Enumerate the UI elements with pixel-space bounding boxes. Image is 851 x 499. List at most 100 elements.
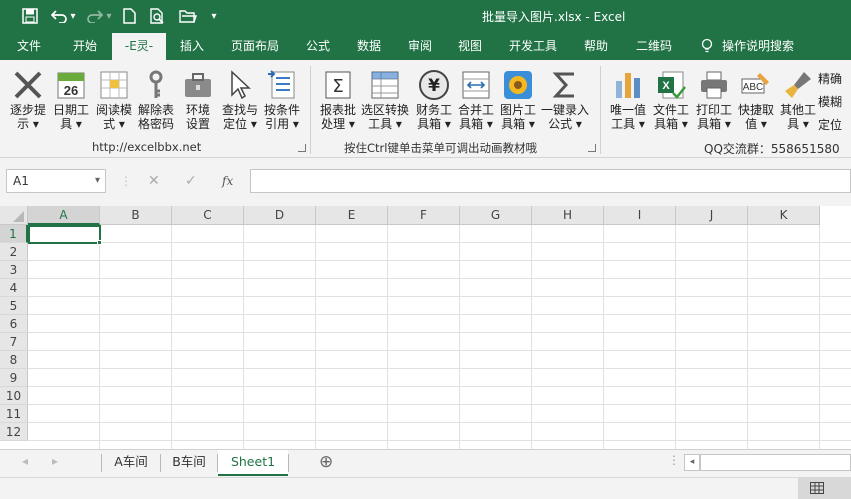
other-tools-button[interactable]: 其他工 具 ▾ [776,66,820,138]
unique-value-button[interactable]: 唯一值 工具 ▾ [606,66,650,138]
group-separator [600,66,601,154]
select-all-corner[interactable] [0,206,28,225]
redo-icon[interactable] [86,6,104,26]
tab-page-layout[interactable]: 页面布局 [224,33,286,60]
name-box-dropdown-icon[interactable]: ▾ [95,170,100,192]
hscroll-left-icon[interactable]: ◂ [684,454,700,471]
sum-report-icon: Σ [325,71,351,99]
tab-formulas[interactable]: 公式 [296,33,340,60]
add-sheet-icon[interactable]: ⊕ [319,452,333,472]
tab-developer[interactable]: 开发工具 [500,33,566,60]
step-tip-button[interactable]: 逐步提 示 ▾ [6,66,50,138]
row-header-2[interactable]: 2 [0,243,28,261]
group2-launcher-icon[interactable] [588,144,596,152]
column-header-c[interactable]: C [172,206,244,225]
open-folder-icon[interactable] [177,6,199,26]
tab-home[interactable]: 开始 [60,33,110,60]
sheet-nav-prev-icon[interactable]: ◂ [22,454,28,468]
fill-handle[interactable] [97,240,102,245]
column-header-f[interactable]: F [388,206,460,225]
normal-view-button[interactable] [798,478,851,499]
column-header-g[interactable]: G [460,206,532,225]
worksheet-grid[interactable]: A B C D E F G H I J K 1 2 3 4 5 6 7 8 9 10 11 12 [0,206,851,449]
tab-insert[interactable]: 插入 [170,33,214,60]
column-header-b[interactable]: B [100,206,172,225]
print-icon [701,71,727,99]
range-convert-button[interactable]: 选区转换 工具 ▾ [360,66,410,138]
insert-function-icon[interactable]: fx [222,169,233,193]
column-header-e[interactable]: E [316,206,388,225]
column-header-d[interactable]: D [244,206,316,225]
conditional-ref-button[interactable]: 按条件 引用 ▾ [260,66,304,138]
unlock-sheet-button[interactable]: 解除表 格密码 [134,66,178,138]
tab-view[interactable]: 视图 [448,33,492,60]
row-header-3[interactable]: 3 [0,261,28,279]
quick-pick-button[interactable]: ABC 快捷取 值 ▾ [734,66,778,138]
row-header-11[interactable]: 11 [0,405,28,423]
cancel-entry-icon[interactable]: ✕ [148,169,160,193]
row-header-8[interactable]: 8 [0,351,28,369]
column-header-j[interactable]: J [676,206,748,225]
sheet-tab-a[interactable]: A车间 [102,450,160,475]
row-header-5[interactable]: 5 [0,297,28,315]
horizontal-scrollbar[interactable] [700,454,851,471]
tab-qrcode[interactable]: 二维码 [626,33,682,60]
sheet-tab-sheet1[interactable]: Sheet1 [218,450,288,476]
row-header-7[interactable]: 7 [0,333,28,351]
column-header-h[interactable]: H [532,206,604,225]
file-tool-button[interactable]: X 文件工 具箱 ▾ [649,66,693,138]
exact-match-button[interactable]: 精确 [818,70,842,87]
reading-mode-button[interactable]: 阅读模 式 ▾ [92,66,136,138]
tab-review[interactable]: 审阅 [398,33,442,60]
row-header-9[interactable]: 9 [0,369,28,387]
new-file-icon[interactable] [120,6,138,26]
row-header-12[interactable]: 12 [0,423,28,441]
tab-data[interactable]: 数据 [346,33,392,60]
enter-icon[interactable]: ✓ [185,169,197,193]
date-tool-button[interactable]: 26 日期工 具 ▾ [49,66,93,138]
undo-dropdown-icon[interactable]: ▾ [68,6,78,26]
gridline-horizontal [28,278,851,279]
row-header-6[interactable]: 6 [0,315,28,333]
column-header-k[interactable]: K [748,206,820,225]
finance-icon: ¥ [419,70,449,100]
customize-qat-icon[interactable]: ▾ [208,6,220,26]
column-header-a[interactable]: A [28,206,100,225]
gridline-vertical [603,225,604,449]
active-cell-a1[interactable] [28,225,101,244]
row-header-4[interactable]: 4 [0,279,28,297]
tab-split-handle-icon[interactable]: ⋮ [668,453,680,467]
lightbulb-icon[interactable] [698,33,716,60]
formula-input[interactable] [250,169,851,193]
gridline-vertical [819,225,820,449]
ribbon-tabs: 文件 开始 -E灵- 插入 页面布局 公式 数据 审阅 视图 开发工具 帮助 二… [0,33,851,60]
sheet-nav-next-icon[interactable]: ▸ [52,454,58,468]
tab-help[interactable]: 帮助 [574,33,618,60]
report-batch-button[interactable]: Σ 报表批 处理 ▾ [316,66,360,138]
undo-icon[interactable] [50,6,68,26]
row-header-1[interactable]: 1 [0,225,28,243]
svg-text:X: X [662,80,670,92]
unique-value-icon [616,73,640,98]
redo-dropdown-icon[interactable]: ▾ [104,6,114,26]
save-icon[interactable] [20,6,40,26]
group1-launcher-icon[interactable] [298,144,306,152]
tab-file[interactable]: 文件 [6,33,52,60]
picture-tool-button[interactable]: 图片工 具箱 ▾ [496,66,540,138]
finance-tool-button[interactable]: ¥ 财务工 具箱 ▾ [412,66,456,138]
merge-tool-button[interactable]: 合并工 具箱 ▾ [454,66,498,138]
print-tool-button[interactable]: 打印工 具箱 ▾ [692,66,736,138]
fuzzy-match-button[interactable]: 模糊 [818,93,842,110]
sheet-tab-b[interactable]: B车间 [161,450,217,475]
tell-me-search[interactable]: 操作说明搜索 [722,33,806,60]
print-preview-icon[interactable] [148,6,168,26]
row-header-10[interactable]: 10 [0,387,28,405]
locate-button[interactable]: 定位 [818,116,842,133]
column-header-i[interactable]: I [604,206,676,225]
tab-eling[interactable]: -E灵- [112,33,166,60]
gridline-horizontal [28,314,851,315]
find-locate-button[interactable]: 查找与 定位 ▾ [218,66,262,138]
name-box[interactable]: A1 ▾ [6,169,106,193]
environment-settings-button[interactable]: 环境 设置 [176,66,220,138]
quick-formula-button[interactable]: 一键录入 公式 ▾ [540,66,590,138]
